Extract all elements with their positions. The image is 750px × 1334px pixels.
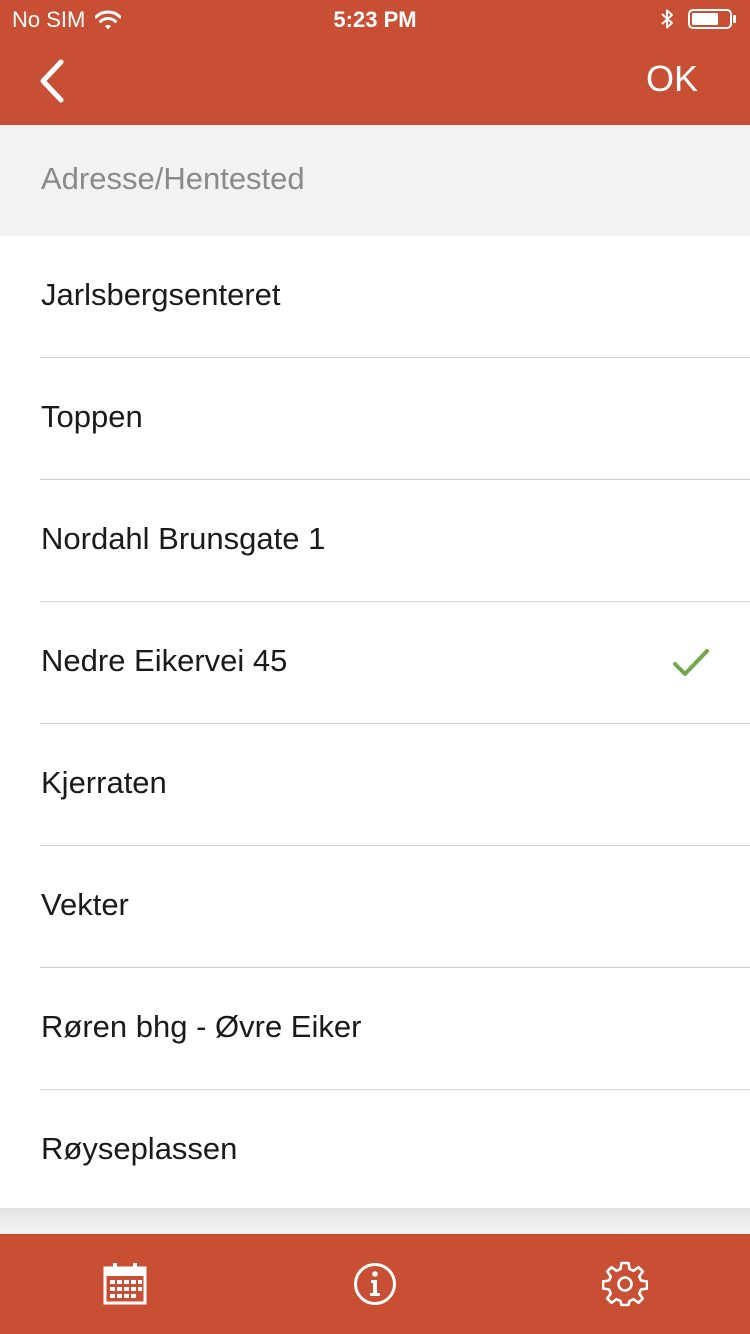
list-item[interactable]: Vekter <box>0 846 750 968</box>
list-item-label: Toppen <box>41 399 143 434</box>
section-header-label: Adresse/Hentested <box>41 161 305 196</box>
list-bottom-shadow <box>0 1208 750 1234</box>
settings-gear-icon <box>602 1261 648 1307</box>
calendar-icon <box>103 1263 147 1305</box>
tab-info[interactable] <box>250 1234 500 1334</box>
list-item-label: Vekter <box>41 887 129 922</box>
info-icon <box>354 1263 396 1305</box>
status-bar: No SIM 5:23 PM <box>0 0 750 40</box>
list-item-label: Røren bhg - Øvre Eiker <box>41 1009 362 1044</box>
header: No SIM 5:23 PM OK <box>0 0 750 125</box>
list-item-label: Jarlsbergsenteret <box>41 277 281 312</box>
checkmark-icon <box>673 649 709 676</box>
list-item[interactable]: Røyseplassen <box>0 1090 750 1212</box>
list-item-label: Nedre Eikervei 45 <box>41 643 288 678</box>
nav-bar: OK <box>0 40 750 125</box>
list-item[interactable]: Nordahl Brunsgate 1 <box>0 480 750 602</box>
tab-settings[interactable] <box>500 1234 750 1334</box>
tab-calendar[interactable] <box>0 1234 250 1334</box>
chevron-left-icon <box>40 59 64 103</box>
tab-bar <box>0 1234 750 1334</box>
status-right <box>660 8 738 30</box>
list-item-label: Nordahl Brunsgate 1 <box>41 521 326 556</box>
status-time: 5:23 PM <box>333 7 417 32</box>
bluetooth-icon <box>661 9 673 29</box>
list-item[interactable]: Toppen <box>0 358 750 480</box>
section-header: Adresse/Hentested <box>0 125 750 236</box>
list-item[interactable]: Jarlsbergsenteret <box>0 236 750 358</box>
back-button[interactable] <box>30 54 74 108</box>
ok-button[interactable]: OK <box>646 58 698 100</box>
battery-icon <box>688 9 736 29</box>
list-item-label: Røyseplassen <box>41 1131 238 1166</box>
list-item[interactable]: Røren bhg - Øvre Eiker <box>0 968 750 1090</box>
list-item[interactable]: Kjerraten <box>0 724 750 846</box>
screen: No SIM 5:23 PM OK Adresse/Hentested Jarl… <box>0 0 750 1334</box>
list-item-label: Kjerraten <box>41 765 167 800</box>
list-item-selected[interactable]: Nedre Eikervei 45 <box>0 602 750 724</box>
address-list: Jarlsbergsenteret Toppen Nordahl Brunsga… <box>0 236 750 1212</box>
